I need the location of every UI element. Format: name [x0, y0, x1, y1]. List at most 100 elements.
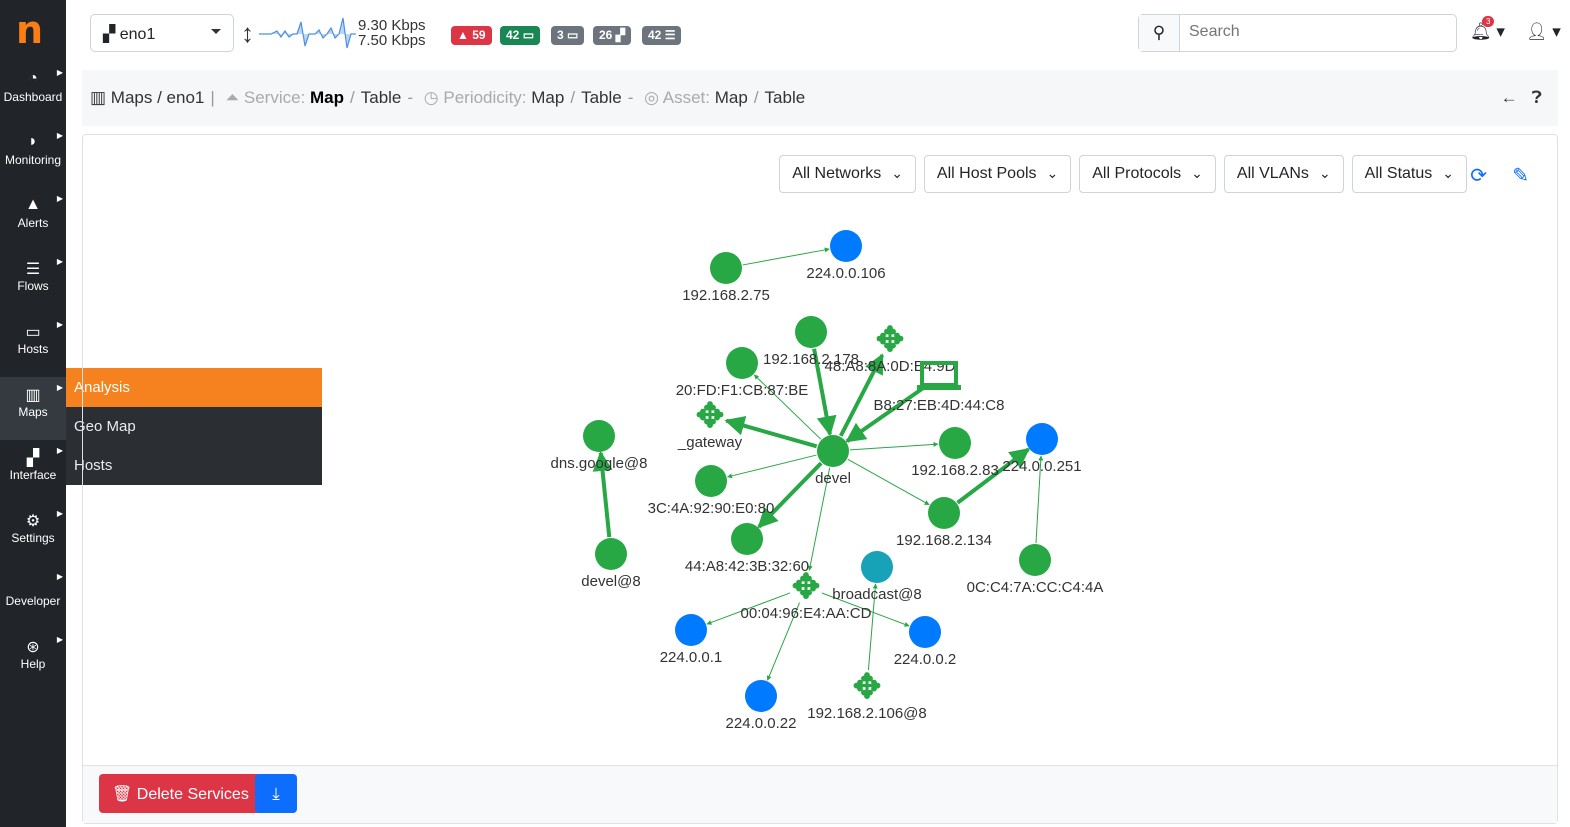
asset-map-link[interactable]: Map [715, 88, 748, 107]
caret-right-icon: ▶ [56, 194, 63, 203]
status-badge[interactable]: 42 ▭ [500, 26, 541, 45]
sidebar-item-developer[interactable]: Developer ▶ [0, 566, 66, 629]
caret-right-icon: ▶ [56, 635, 63, 644]
back-arrow-icon[interactable]: ← [1501, 88, 1518, 107]
periodicity-table-link[interactable]: Table [581, 88, 622, 107]
status-badge[interactable]: ▲ 59 [451, 26, 492, 45]
throughput: 9.30 Kbps 7.50 Kbps [358, 18, 426, 48]
download-button[interactable]: ⤓ [255, 774, 297, 813]
sidebar-item-help[interactable]: ⊛ Help ▶ [0, 629, 66, 692]
breadcrumb: ▥ Maps / eno1 | ⏶ Service: Map / Table - ◷ P… [82, 70, 1558, 126]
graph-node[interactable]: 192.168.2.75 [682, 252, 770, 304]
caret-right-icon: ▶ [56, 257, 63, 266]
search-icon[interactable]: ⚲ [1139, 15, 1180, 51]
graph-node[interactable]: broadcast@8 [832, 551, 922, 603]
graph-edge [727, 454, 817, 479]
caret-right-icon: ▶ [56, 446, 63, 455]
graph-node[interactable]: 3C:4A:92:90:E0:80 [648, 465, 775, 517]
node-label: broadcast@8 [832, 586, 921, 603]
sidebar-item-label: Dashboard [3, 90, 63, 104]
graph-node[interactable]: 224.0.0.22 [726, 680, 797, 732]
ethernet-icon: ▞ [103, 26, 120, 43]
service-map-graph[interactable]: 192.168.2.75224.0.0.106192.168.2.178✥48:… [83, 135, 1559, 767]
graph-node[interactable]: ✥192.168.2.106@8 [807, 668, 927, 722]
graph-node[interactable]: dns.google@8 [551, 420, 648, 472]
node-label: 192.168.2.106@8 [807, 705, 927, 722]
node-label: 224.0.0.1 [660, 649, 723, 666]
rate-up: 9.30 Kbps [358, 17, 426, 34]
service-table-link[interactable]: Table [361, 88, 402, 107]
help-icon[interactable]: ❓︎ [1532, 88, 1542, 107]
clock-icon: ◷ [423, 88, 439, 107]
graph-edge [757, 461, 823, 529]
caret-right-icon: ▶ [56, 572, 63, 581]
search-input[interactable] [1189, 23, 1439, 41]
node-label: 44:A8:42:3B:32:60 [685, 558, 809, 575]
node-label: 48:A8:8A:0D:E4:9D [825, 358, 956, 375]
host-node-circle [1019, 544, 1051, 576]
graph-node[interactable]: 0C:C4:7A:CC:C4:4A [967, 544, 1104, 596]
delete-services-button[interactable]: 🗑︎ Delete Services [99, 774, 262, 813]
node-label: 224.0.0.106 [806, 265, 885, 282]
caret-right-icon: ▶ [56, 383, 63, 392]
node-label: 192.168.2.83 [911, 462, 999, 479]
host-node-circle [795, 316, 827, 348]
node-label: dns.google@8 [551, 455, 648, 472]
node-label: 224.0.0.251 [1002, 458, 1081, 475]
asset-label: Asset: [662, 88, 710, 107]
host-node-circle [817, 435, 849, 467]
sidebar-item-label: Settings [11, 531, 55, 545]
sidebar-item-dashboard[interactable]: ◔ Dashboard ▶ [0, 62, 66, 125]
caret-right-icon: ▶ [56, 509, 63, 518]
traffic-sparkline: ↕ [241, 17, 356, 49]
sidebar-item-flows[interactable]: ☰ Flows ▶ [0, 251, 66, 314]
node-label: 224.0.0.2 [894, 651, 957, 668]
status-badge[interactable]: 42 ☰ [642, 26, 682, 45]
service-map-link[interactable]: Map [310, 88, 344, 107]
sidebar-item-label: Hosts [17, 342, 49, 356]
map-icon: ▥ [90, 88, 107, 107]
periodicity-map-link[interactable]: Map [531, 88, 564, 107]
ethernet-icon: ▞ [615, 28, 625, 42]
multicast-node-circle [909, 616, 941, 648]
graph-node[interactable]: 44:A8:42:3B:32:60 [685, 523, 809, 575]
sidebar-item-label: Help [20, 657, 46, 671]
sidebar-item-maps[interactable]: ▥ Maps ▶ [0, 377, 66, 440]
sidebar-item-alerts[interactable]: ▲ Alerts ▶ [0, 188, 66, 251]
bell-icon[interactable]: 🔔︎ 3 ▾ [1470, 16, 1505, 42]
caret-right-icon: ▶ [56, 320, 63, 329]
sidebar-item-hosts[interactable]: ▭ Hosts ▶ [0, 314, 66, 377]
graph-node[interactable]: devel [815, 435, 851, 487]
graph-node[interactable]: 192.168.2.83 [911, 427, 999, 479]
graph-node[interactable]: 224.0.0.106 [806, 230, 886, 282]
graph-node[interactable]: devel@8 [581, 538, 641, 590]
sidebar-item-settings[interactable]: ⚙ Settings ▶ [0, 503, 66, 566]
notification-count: 3 [1482, 16, 1495, 27]
host-node-circle [939, 427, 971, 459]
sidebar-item-interface[interactable]: ▞ Interface ▶ [0, 440, 66, 503]
host-node-circle [583, 420, 615, 452]
search-box: ⚲ [1138, 14, 1457, 52]
laptop-icon: ▭ [522, 28, 535, 42]
compass-icon: ◎ [644, 88, 659, 107]
up-down-arrow-icon: ↕ [241, 18, 254, 48]
multicast-node-circle [830, 230, 862, 262]
graph-node[interactable]: 192.168.2.134 [896, 497, 992, 549]
ntopng-logo[interactable]: n [16, 8, 43, 52]
asset-table-link[interactable]: Table [765, 88, 806, 107]
interface-select[interactable]: ▞ eno1 [90, 14, 234, 52]
interface-name: eno1 [119, 26, 156, 43]
status-badge[interactable]: 26 ▞ [593, 26, 631, 45]
sidebar-item-monitoring[interactable]: ◗ Monitoring ▶ [0, 125, 66, 188]
graph-node[interactable]: ✥48:A8:8A:0D:E4:9D [825, 321, 956, 375]
graph-node[interactable]: 224.0.0.251 [1002, 423, 1082, 475]
graph-edge [742, 247, 830, 266]
card-footer: 🗑︎ Delete Services ⤓ [83, 765, 1557, 823]
status-badge[interactable]: 3 ▭ [551, 26, 585, 45]
arrows-move-icon: ✥ [792, 568, 821, 606]
sidebar-item-label: Flows [17, 279, 49, 293]
user-icon[interactable]: 👤︎ ▾ [1526, 22, 1561, 42]
periodicity-label: Periodicity: [443, 88, 527, 107]
list-icon: ☰ [664, 28, 676, 42]
sidebar-item-label: Maps [18, 405, 48, 419]
